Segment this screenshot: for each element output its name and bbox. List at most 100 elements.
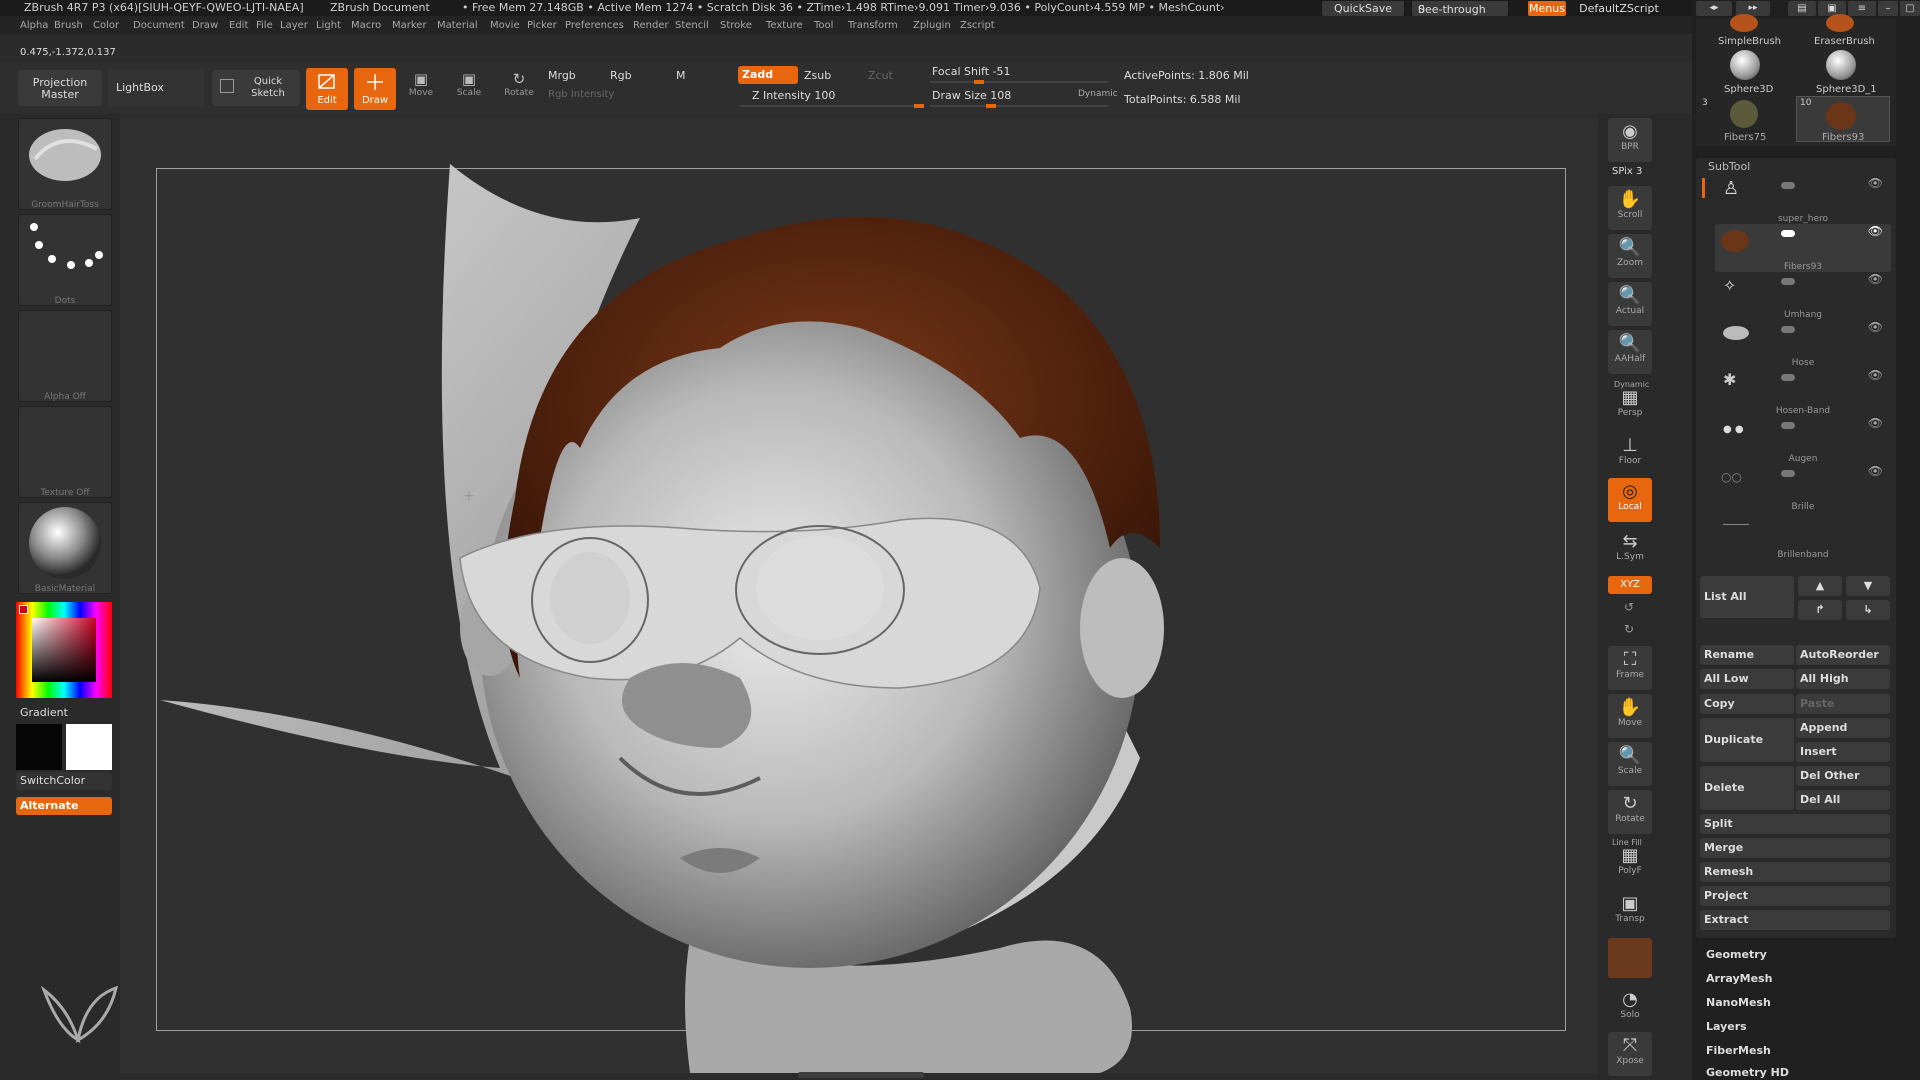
ghost-button[interactable] bbox=[1608, 938, 1652, 978]
alpha-thumbnail[interactable]: Alpha Off bbox=[18, 310, 112, 402]
maximize-icon[interactable]: ▢ bbox=[1900, 1, 1920, 16]
subtool-title[interactable]: SubTool bbox=[1708, 160, 1750, 173]
subtool-row[interactable]: ♙ 👁 super_hero bbox=[1715, 176, 1891, 224]
mrgb-button[interactable]: Mrgb bbox=[548, 69, 576, 82]
transp-button[interactable]: ▣ Transp bbox=[1608, 890, 1652, 934]
rotate-y-icon[interactable]: ↺ bbox=[1624, 600, 1634, 614]
texture-thumbnail[interactable]: Texture Off bbox=[18, 406, 112, 498]
layers-menu[interactable]: Layers bbox=[1706, 1020, 1747, 1033]
menu-layer[interactable]: Layer bbox=[280, 20, 308, 31]
spix-slider[interactable]: SPix 3 bbox=[1612, 166, 1642, 177]
rotate-view-button[interactable]: ↻ Rotate bbox=[1608, 790, 1652, 834]
eye-icon[interactable]: 👁 bbox=[1868, 176, 1883, 190]
autoreorder-button[interactable]: AutoReorder bbox=[1796, 645, 1890, 665]
stroke-thumbnail[interactable]: Dots bbox=[18, 214, 112, 306]
reorder-up-icon[interactable]: ↱ bbox=[1798, 600, 1842, 620]
delete-button[interactable]: Delete bbox=[1700, 766, 1794, 810]
projection-master-button[interactable]: Projection Master bbox=[18, 70, 102, 106]
sphere3d-icon[interactable] bbox=[1730, 50, 1760, 80]
menu-texture[interactable]: Texture bbox=[766, 20, 803, 31]
floor-button[interactable]: ⊥ Floor bbox=[1608, 432, 1652, 476]
local-button[interactable]: ◎ Local bbox=[1608, 478, 1652, 522]
subtool-row[interactable]: 👁 Hose bbox=[1715, 320, 1891, 368]
subtool-row[interactable]: ✱ 👁 Hosen-Band bbox=[1715, 368, 1891, 416]
scroll-button[interactable]: ✋ Scroll bbox=[1608, 186, 1652, 230]
subtool-row[interactable]: ✧ 👁 Umhang bbox=[1715, 272, 1891, 320]
rotate-z-icon[interactable]: ↻ bbox=[1624, 622, 1634, 636]
nanomesh-menu[interactable]: NanoMesh bbox=[1706, 996, 1771, 1009]
eraser-brush-icon[interactable] bbox=[1826, 14, 1854, 32]
zsub-button[interactable]: Zsub bbox=[804, 69, 831, 82]
menu-light[interactable]: Light bbox=[316, 20, 341, 31]
reorder-down-icon[interactable]: ↳ bbox=[1846, 600, 1890, 620]
menu-brush[interactable]: Brush bbox=[54, 20, 83, 31]
menu-alpha[interactable]: Alpha bbox=[20, 20, 48, 31]
eye-icon[interactable]: 👁 bbox=[1868, 368, 1883, 382]
visibility-toggle[interactable] bbox=[1781, 326, 1795, 333]
menu-draw[interactable]: Draw bbox=[192, 20, 218, 31]
tray-arrow-button[interactable]: ◂▸ bbox=[1696, 1, 1732, 16]
secondary-color-swatch[interactable] bbox=[16, 724, 62, 770]
eye-icon[interactable]: 👁 bbox=[1868, 224, 1883, 238]
menu-tool[interactable]: Tool bbox=[814, 20, 833, 31]
fibermesh-menu[interactable]: FiberMesh bbox=[1706, 1044, 1771, 1057]
z-intensity-slider[interactable]: Z Intensity 100 bbox=[752, 89, 835, 102]
move-down-icon[interactable]: ▼ bbox=[1846, 576, 1890, 596]
xpose-button[interactable]: ⤧ Xpose bbox=[1608, 1032, 1652, 1076]
menu-stroke[interactable]: Stroke bbox=[720, 20, 752, 31]
menu-movie[interactable]: Movie bbox=[490, 20, 520, 31]
draw-size-slider[interactable]: Draw Size 108 bbox=[932, 89, 1011, 102]
frame-button[interactable]: ⛶ Frame bbox=[1608, 646, 1652, 690]
copy-button[interactable]: Copy bbox=[1700, 694, 1794, 714]
layout-icon[interactable]: ▤ bbox=[1788, 1, 1816, 16]
rgb-button[interactable]: Rgb bbox=[610, 69, 632, 82]
dynamic-toggle[interactable]: Dynamic bbox=[1078, 89, 1118, 99]
remesh-menu[interactable]: Remesh bbox=[1700, 862, 1890, 882]
draw-button[interactable]: Draw bbox=[354, 68, 396, 110]
bottom-scrollbar[interactable] bbox=[798, 1072, 924, 1078]
menu-zplugin[interactable]: Zplugin bbox=[913, 20, 951, 31]
menu-macro[interactable]: Macro bbox=[351, 20, 381, 31]
rgb-intensity-slider[interactable]: Rgb Intensity bbox=[548, 89, 614, 100]
menu-marker[interactable]: Marker bbox=[392, 20, 427, 31]
simple-brush-icon[interactable] bbox=[1730, 14, 1758, 32]
del-other-button[interactable]: Del Other bbox=[1796, 766, 1890, 786]
sphere3d-1-icon[interactable] bbox=[1826, 50, 1856, 80]
fibers75-icon[interactable] bbox=[1730, 100, 1758, 128]
merge-menu[interactable]: Merge bbox=[1700, 838, 1890, 858]
zadd-button[interactable]: Zadd bbox=[738, 66, 798, 84]
persp-button[interactable]: ▦ Persp bbox=[1608, 388, 1652, 419]
duplicate-button[interactable]: Duplicate bbox=[1700, 718, 1794, 762]
menu-color[interactable]: Color bbox=[93, 20, 119, 31]
eye-icon[interactable]: 👁 bbox=[1868, 464, 1883, 478]
menu-material[interactable]: Material bbox=[437, 20, 478, 31]
eye-icon[interactable]: 👁 bbox=[1868, 272, 1883, 286]
visibility-toggle[interactable] bbox=[1781, 470, 1795, 477]
model-render[interactable] bbox=[120, 118, 1598, 1073]
list-all-button[interactable]: List All bbox=[1700, 576, 1794, 618]
zoom-button[interactable]: 🔍 Zoom bbox=[1608, 234, 1652, 278]
m-button[interactable]: M bbox=[676, 69, 686, 82]
scale-view-button[interactable]: 🔍 Scale bbox=[1608, 742, 1652, 786]
visibility-toggle[interactable] bbox=[1781, 278, 1795, 285]
actual-button[interactable]: 🔍 Actual bbox=[1608, 282, 1652, 326]
geometry-hd-menu[interactable]: Geometry HD bbox=[1706, 1066, 1789, 1079]
quick-sketch-button[interactable]: Quick Sketch bbox=[212, 70, 300, 106]
all-low-button[interactable]: All Low bbox=[1700, 669, 1794, 689]
menu-render[interactable]: Render bbox=[633, 20, 669, 31]
del-all-button[interactable]: Del All bbox=[1796, 790, 1890, 810]
menu-file[interactable]: File bbox=[256, 20, 273, 31]
menu-document[interactable]: Document bbox=[133, 20, 185, 31]
eye-icon[interactable]: 👁 bbox=[1868, 416, 1883, 430]
lightbox-button[interactable]: LightBox bbox=[108, 70, 204, 106]
minimize-icon[interactable]: – bbox=[1878, 1, 1898, 16]
menu-icon[interactable]: ≡ bbox=[1848, 1, 1876, 16]
color-picker[interactable] bbox=[16, 602, 112, 698]
split-menu[interactable]: Split bbox=[1700, 814, 1890, 834]
rotate-button[interactable]: ↻ Rotate bbox=[498, 70, 540, 110]
menu-stencil[interactable]: Stencil bbox=[675, 20, 709, 31]
xyz-button[interactable]: XYZ bbox=[1608, 576, 1652, 594]
all-high-button[interactable]: All High bbox=[1796, 669, 1890, 689]
subtool-row[interactable]: ○○ 👁 Brille bbox=[1715, 464, 1891, 512]
quicksave-button[interactable]: QuickSave bbox=[1322, 1, 1404, 16]
